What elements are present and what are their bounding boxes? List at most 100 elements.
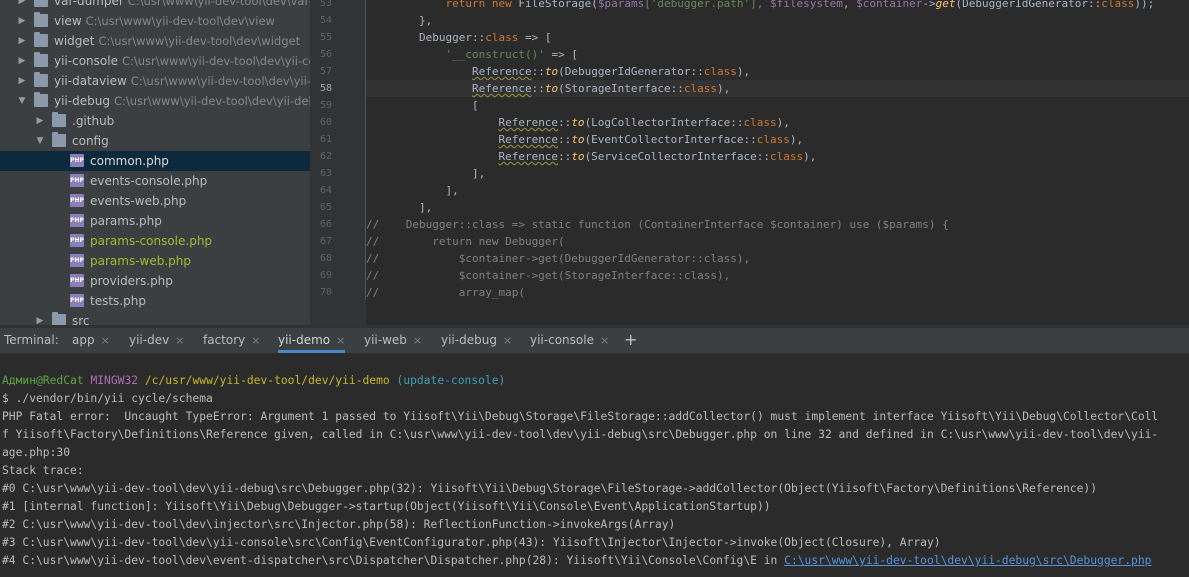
tree-item[interactable]: ▶ view C:\usr\www\yii-dev-tool\dev\view (0, 11, 310, 31)
tree-item-name: widget (54, 34, 95, 48)
terminal-tab-yii-debug[interactable]: yii-debug × (441, 328, 512, 353)
php-file-icon: PHP (70, 234, 84, 247)
line-number: 67 (319, 236, 332, 247)
tree-item[interactable]: PHP params-console.php (0, 231, 310, 251)
code-token: '__construct()' (445, 48, 545, 61)
terminal-tab-factory[interactable]: factory × (203, 328, 260, 353)
code-line: ], (366, 199, 1189, 216)
tree-item[interactable]: ▶ .github (0, 111, 310, 131)
file-link[interactable]: C:\usr\www\yii-dev-tool\dev\yii-debug\sr… (784, 554, 1151, 567)
tree-item-label: providers.php (90, 271, 173, 291)
terminal-tab-yii-web[interactable]: yii-web × (364, 328, 422, 353)
tree-item-label: yii-console C:\usr\www\yii-dev-tool\dev\y… (54, 51, 310, 71)
tree-item[interactable]: ▶ var-dumper C:\usr\www\yii-dev-tool\dev\v… (0, 0, 310, 11)
tree-item[interactable]: PHP events-web.php (0, 191, 310, 211)
terminal-tab-yii-console[interactable]: yii-console × (530, 328, 609, 353)
terminal-tab-label: yii-debug (441, 333, 497, 347)
code-line: Reference::to(LogCollectorInterface::cla… (366, 114, 1189, 131)
tree-item-label: events-web.php (90, 191, 186, 211)
chevron-right-icon[interactable]: ▶ (16, 11, 28, 31)
terminal-prompt-line: Админ@RedCat MINGW32 /c/usr/www/yii-dev-… (2, 372, 505, 390)
tree-item[interactable]: ▶ yii-dataview C:\usr\www\yii-dev-tool\dev… (0, 71, 310, 91)
tree-item[interactable]: PHP tests.php (0, 291, 310, 311)
terminal-output[interactable]: Админ@RedCat MINGW32 /c/usr/www/yii-dev-… (0, 354, 1189, 577)
chevron-right-icon[interactable]: ▶ (16, 51, 28, 71)
code-token: Reference (498, 150, 559, 163)
tree-item[interactable]: PHP params.php (0, 211, 310, 231)
close-icon[interactable]: × (413, 334, 422, 347)
code-line: // return new Debugger( (366, 233, 1189, 250)
code-token: , (842, 0, 857, 10)
close-icon[interactable]: × (336, 334, 345, 347)
close-icon[interactable]: × (101, 334, 110, 347)
tree-item-path: C:\usr\www\yii-dev-tool\dev\var-dumper (127, 0, 310, 8)
chevron-right-icon[interactable]: ▶ (16, 31, 28, 51)
code-line: // array_map( (366, 284, 1189, 301)
chevron-right-icon[interactable]: ▶ (34, 111, 46, 131)
code-line: // Debugger::class => static function (C… (366, 216, 1189, 233)
code-token: to (544, 65, 559, 78)
tree-item[interactable]: PHP common.php (0, 151, 310, 171)
code-token: (DebuggerIdGenerator:: (558, 65, 704, 78)
php-file-icon: PHP (70, 154, 84, 167)
code-token: class (756, 133, 790, 146)
project-tree[interactable]: ▶ var-dumper C:\usr\www\yii-dev-tool\dev\v… (0, 0, 310, 325)
tree-item-name: src (72, 314, 90, 325)
folder-icon (52, 132, 66, 147)
tree-item[interactable]: PHP params-web.php (0, 251, 310, 271)
tree-item[interactable]: ▶ src (0, 311, 310, 325)
tree-item-label: params.php (90, 211, 162, 231)
tree-item-name: tests.php (90, 294, 146, 308)
line-number: 66 (319, 219, 332, 230)
code-token: return new (445, 0, 519, 10)
code-token: (EventCollectorInterface:: (584, 133, 757, 146)
code-editor[interactable]: return new FileStorage($params['debugger… (366, 0, 1189, 302)
tree-item[interactable]: PHP events-console.php (0, 171, 310, 191)
chevron-right-icon[interactable]: ▶ (34, 311, 46, 325)
code-token: :: (531, 65, 545, 78)
code-line: Reference::to(ServiceCollectorInterface:… (366, 148, 1189, 165)
tree-item-label: .github (72, 111, 114, 131)
code-line: Reference::to(EventCollectorInterface::c… (366, 131, 1189, 148)
terminal-tab-app[interactable]: app × (72, 328, 110, 353)
line-number: 65 (319, 202, 332, 213)
tree-item[interactable]: PHP providers.php (0, 271, 310, 291)
close-icon[interactable]: × (600, 334, 609, 347)
line-number: 57 (319, 66, 332, 77)
code-token: class (770, 150, 804, 163)
tree-item[interactable]: ▶ yii-console C:\usr\www\yii-dev-tool\dev\… (0, 51, 310, 71)
close-icon[interactable]: × (251, 334, 260, 347)
terminal-tab-yii-demo[interactable]: yii-demo × (278, 328, 346, 353)
code-token: class (485, 31, 519, 44)
terminal-tab-yii-dev[interactable]: yii-dev × (129, 328, 184, 353)
chevron-down-icon[interactable]: ▼ (16, 91, 28, 111)
close-icon[interactable]: × (503, 334, 512, 347)
terminal-tab-label: app (72, 333, 95, 347)
folder-icon (34, 0, 48, 7)
code-token: [ (366, 99, 479, 112)
folder-icon (34, 52, 48, 67)
code-token: ), (776, 116, 790, 129)
tree-item[interactable]: ▼ yii-debug C:\usr\www\yii-dev-tool\dev\yi… (0, 91, 310, 111)
tree-item[interactable]: ▼ config (0, 131, 310, 151)
terminal-line-last: #4 C:\usr\www\yii-dev-tool\dev\event-dis… (2, 552, 1151, 570)
php-file-icon: PHP (70, 274, 84, 287)
code-token: $params (597, 0, 645, 10)
terminal-line: Stack trace: (2, 464, 84, 477)
tree-item[interactable]: ▶ widget C:\usr\www\yii-dev-tool\dev\widge… (0, 31, 310, 51)
line-number: 61 (319, 134, 332, 145)
code-token: class (683, 82, 718, 95)
chevron-right-icon[interactable]: ▶ (16, 0, 28, 11)
line-number: 70 (319, 287, 332, 298)
code-token: :: (558, 150, 572, 163)
folder-icon (34, 72, 48, 87)
tree-item-label: tests.php (90, 291, 146, 311)
line-number: 64 (319, 185, 332, 196)
new-terminal-tab-button[interactable]: + (624, 328, 637, 352)
tree-item-name: params.php (90, 214, 162, 228)
chevron-down-icon[interactable]: ▼ (34, 131, 46, 151)
chevron-right-icon[interactable]: ▶ (16, 71, 28, 91)
close-icon[interactable]: × (175, 334, 184, 347)
